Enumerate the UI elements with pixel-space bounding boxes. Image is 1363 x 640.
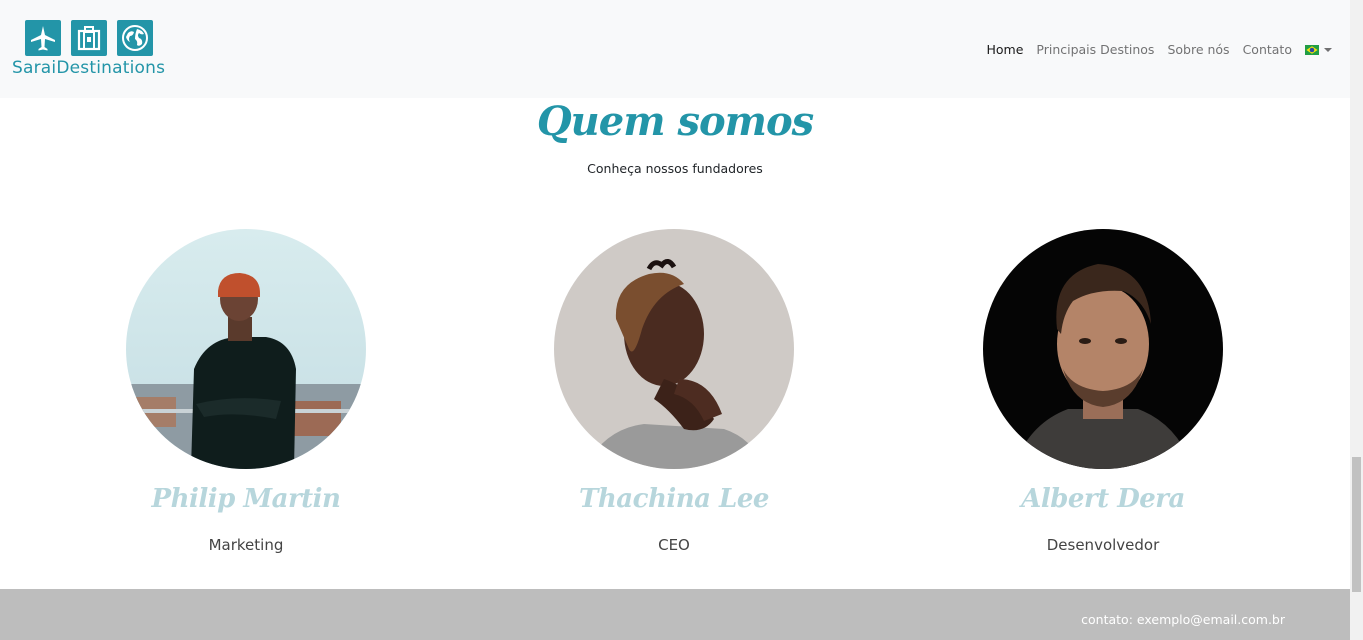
scrollbar-thumb[interactable] <box>1352 457 1361 592</box>
brand-logo[interactable]: SaraiDestinations <box>12 20 172 80</box>
member-name: Thachina Lee <box>579 484 769 514</box>
vertical-scrollbar[interactable] <box>1350 0 1363 640</box>
nav-link-sobre-nos[interactable]: Sobre nós <box>1167 42 1229 57</box>
avatar <box>126 229 366 469</box>
avatar <box>554 229 794 469</box>
team-member-card: Philip Martin Marketing <box>126 229 366 554</box>
footer-contact-email: contato: exemplo@email.com.br <box>1081 612 1285 627</box>
member-role: CEO <box>658 536 690 554</box>
avatar <box>983 229 1223 469</box>
member-role: Desenvolvedor <box>1046 536 1160 554</box>
nav-menu: Home Principais Destinos Sobre nós Conta… <box>973 42 1332 57</box>
member-role: Marketing <box>208 536 284 554</box>
member-name: Albert Dera <box>1021 484 1185 514</box>
team-member-card: Albert Dera Desenvolvedor <box>983 229 1223 554</box>
globe-icon <box>117 20 153 56</box>
brazil-flag-icon <box>1305 44 1319 55</box>
section-title: Quem somos <box>536 98 814 145</box>
nav-link-contato[interactable]: Contato <box>1243 42 1292 57</box>
nav-link-principais-destinos[interactable]: Principais Destinos <box>1036 42 1154 57</box>
section-subtitle: Conheça nossos fundadores <box>587 161 763 176</box>
language-dropdown-toggle[interactable] <box>1305 44 1332 55</box>
suitcase-icon <box>71 20 107 56</box>
brand-name: SaraiDestinations <box>12 58 166 78</box>
chevron-down-icon <box>1324 47 1332 52</box>
airplane-icon <box>25 20 61 56</box>
nav-link-home[interactable]: Home <box>986 42 1023 57</box>
page-footer: contato: exemplo@email.com.br <box>0 589 1350 640</box>
top-navbar: SaraiDestinations Home Principais Destin… <box>0 0 1350 98</box>
logo-icon-group <box>25 20 153 56</box>
team-member-card: Thachina Lee CEO <box>554 229 794 554</box>
member-name: Philip Martin <box>151 484 341 514</box>
